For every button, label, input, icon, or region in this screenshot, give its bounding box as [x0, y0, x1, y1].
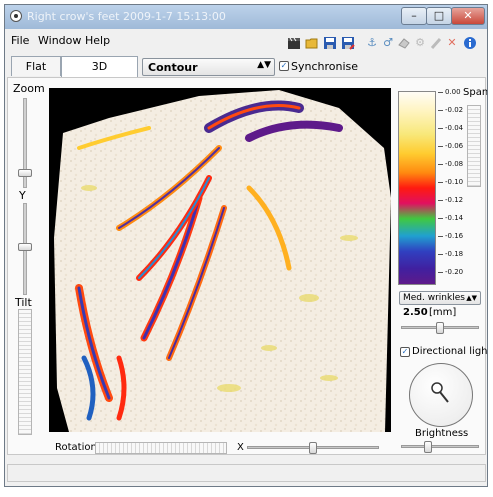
status-bar	[7, 464, 486, 482]
main-window: Right crow's feet 2009-1-7 15:13:00 – □ …	[4, 4, 488, 487]
eraser-icon[interactable]	[397, 36, 411, 50]
span-control[interactable]	[467, 105, 481, 187]
wrinkle-preset-value: Med. wrinkles	[403, 293, 465, 303]
brightness-label: Brightness	[415, 428, 469, 439]
synchronise-checkbox[interactable]: ✓	[279, 61, 289, 71]
window-title: Right crow's feet 2009-1-7 15:13:00	[27, 10, 226, 23]
color-scale-bar	[398, 91, 436, 285]
pencil-icon[interactable]	[429, 36, 443, 50]
rotation-label: Rotation	[55, 442, 97, 453]
light-direction-control[interactable]	[409, 363, 473, 427]
wrinkle-depth-value: 2.50	[403, 307, 428, 318]
chevron-up-down-icon: ▲▼	[466, 294, 477, 302]
chevron-up-down-icon: ▲▼	[257, 60, 271, 70]
scale-tick: -0.04	[438, 124, 463, 132]
zoom-slider-thumb[interactable]	[18, 169, 32, 177]
male-symbol-icon[interactable]: ♂	[381, 36, 395, 50]
delete-icon[interactable]: ✕	[445, 36, 459, 50]
scale-tick: -0.02	[438, 106, 463, 114]
menu-window[interactable]: Window	[38, 34, 81, 47]
clapper-icon[interactable]	[287, 36, 301, 50]
save-as-icon[interactable]	[341, 36, 355, 50]
x-slider-thumb[interactable]	[309, 442, 317, 454]
tab-flat-view[interactable]: Flat view	[11, 56, 61, 92]
scale-tick: -0.10	[438, 178, 463, 186]
scale-tick: -0.18	[438, 250, 463, 258]
x-label: X	[237, 442, 244, 453]
wrinkle-depth-slider-thumb[interactable]	[436, 322, 444, 334]
display-mode-value: Contour	[148, 61, 198, 74]
y-slider-thumb[interactable]	[18, 243, 32, 251]
open-folder-icon[interactable]	[305, 36, 319, 50]
anchor-icon[interactable]: ⚓	[365, 36, 379, 50]
scale-tick: -0.16	[438, 232, 463, 240]
wrinkle-preset-select[interactable]: Med. wrinkles ▲▼	[399, 291, 481, 305]
scale-tick: -0.12	[438, 196, 463, 204]
y-label: Y	[19, 189, 26, 202]
span-label: Span	[463, 87, 488, 98]
title-bar[interactable]: Right crow's feet 2009-1-7 15:13:00 – □ …	[5, 5, 487, 29]
menu-help[interactable]: Help	[85, 34, 110, 47]
brightness-slider-track[interactable]	[401, 445, 479, 448]
display-mode-select[interactable]: Contour ▲▼	[142, 58, 275, 76]
scale-tick: -0.08	[438, 160, 463, 168]
scale-tick: 0.00	[438, 88, 461, 96]
gear-icon[interactable]: ⚙	[413, 36, 427, 50]
tilt-control[interactable]	[18, 309, 32, 435]
scale-tick: -0.20	[438, 268, 463, 276]
menu-file[interactable]: File	[11, 34, 29, 47]
close-button[interactable]: ✕	[451, 7, 485, 25]
directional-light-label: Directional light	[412, 346, 488, 357]
zoom-label: Zoom	[13, 82, 45, 95]
brightness-slider-thumb[interactable]	[424, 441, 433, 453]
wrinkle-depth-unit: [mm]	[429, 307, 457, 318]
light-handle-icon	[431, 382, 449, 403]
rotation-control[interactable]	[95, 442, 227, 454]
minimize-button[interactable]: –	[401, 7, 427, 25]
app-eye-icon	[10, 10, 22, 22]
tilt-label: Tilt	[15, 296, 32, 309]
tab-3d-perspective[interactable]: 3D perspective	[61, 56, 138, 92]
synchronise-label: Synchronise	[291, 60, 359, 73]
info-icon[interactable]	[463, 36, 477, 50]
3d-viewport[interactable]	[49, 88, 391, 432]
scale-tick: -0.14	[438, 214, 463, 222]
skin-surface-render	[54, 90, 391, 432]
scale-tick: -0.06	[438, 142, 463, 150]
save-icon[interactable]	[323, 36, 337, 50]
maximize-button[interactable]: □	[426, 7, 452, 25]
directional-light-checkbox[interactable]: ✓	[400, 347, 410, 357]
